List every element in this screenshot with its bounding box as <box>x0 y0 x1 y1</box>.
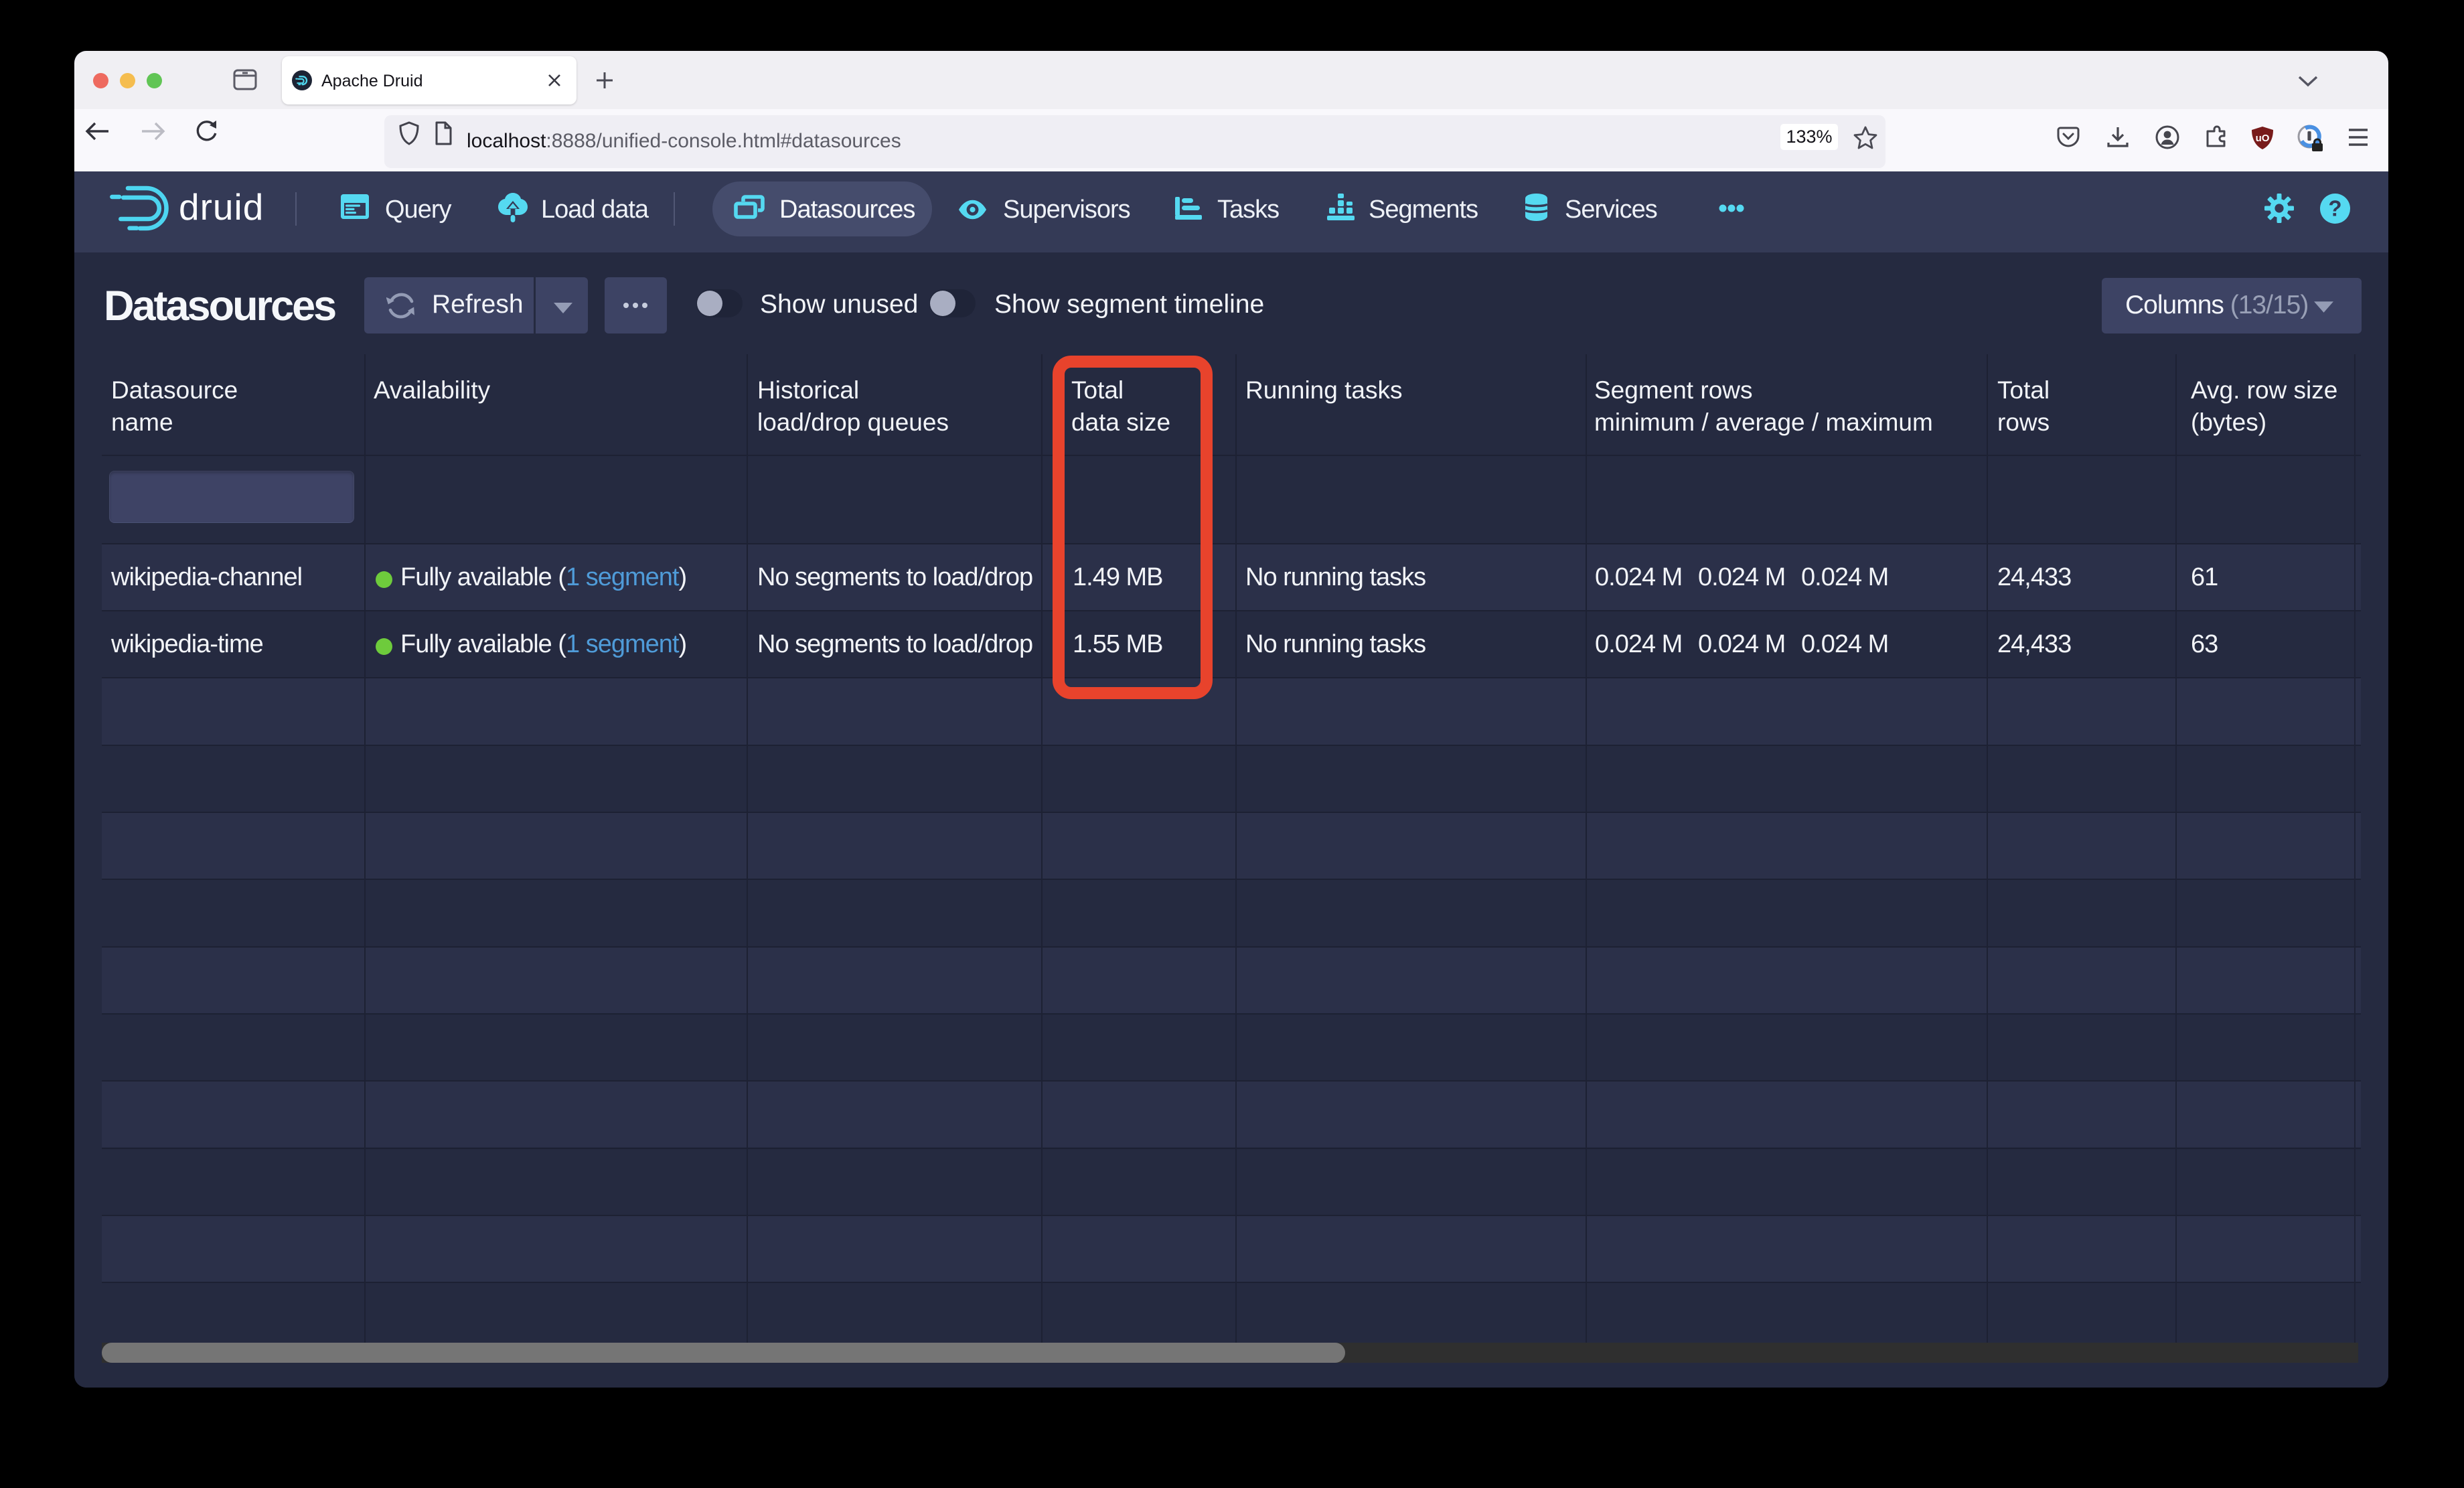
svg-text:uO: uO <box>2256 133 2270 144</box>
svg-text:?: ? <box>2328 196 2341 221</box>
